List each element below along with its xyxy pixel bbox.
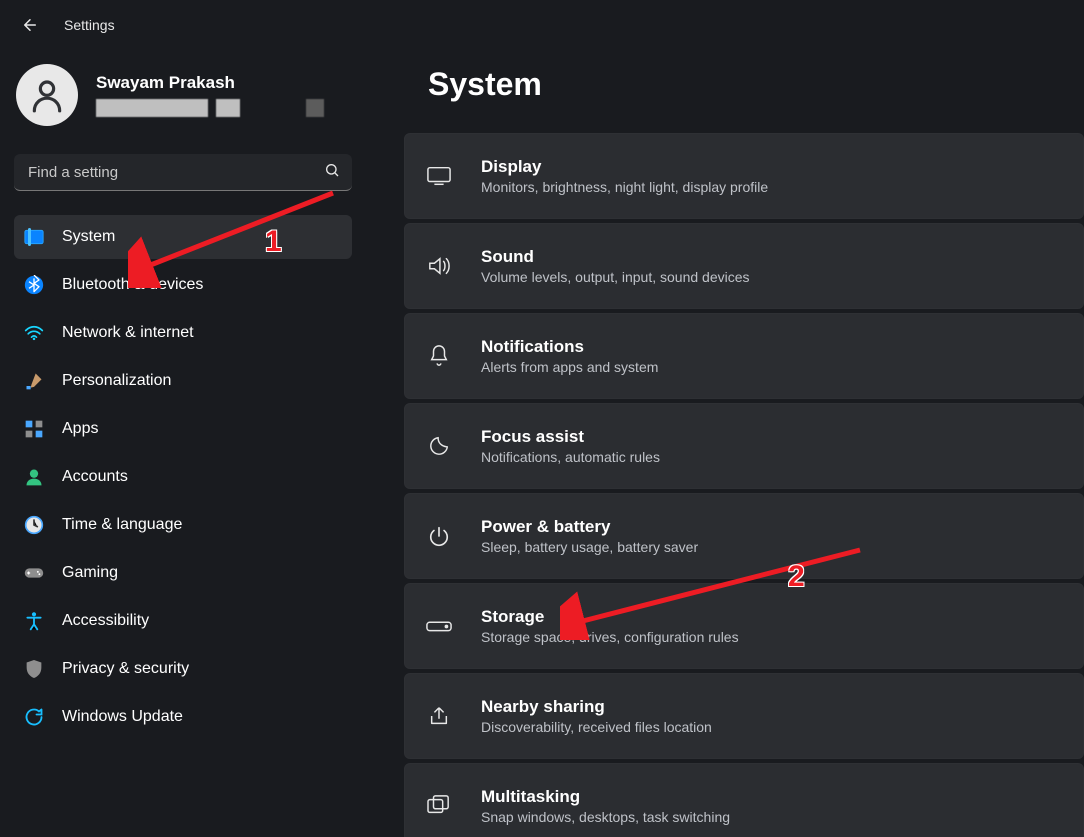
sidebar-item-label: Accounts <box>62 468 128 486</box>
moon-icon <box>425 432 453 460</box>
windows-icon <box>425 792 453 820</box>
sidebar-item-privacy-security[interactable]: Privacy & security <box>14 647 352 691</box>
sidebar-item-label: Network & internet <box>62 324 194 342</box>
accessibility-icon <box>24 611 44 631</box>
wifi-icon <box>24 323 44 343</box>
card-multitasking[interactable]: Multitasking Snap windows, desktops, tas… <box>404 763 1084 837</box>
search-field[interactable] <box>26 163 352 182</box>
sidebar-item-apps[interactable]: Apps <box>14 407 352 451</box>
sidebar-item-time-language[interactable]: Time & language <box>14 503 352 547</box>
card-title: Focus assist <box>481 427 660 447</box>
search-input[interactable] <box>14 154 352 191</box>
card-title: Nearby sharing <box>481 697 712 717</box>
update-icon <box>24 707 44 727</box>
sidebar-item-label: Gaming <box>62 564 118 582</box>
sidebar-item-system[interactable]: System <box>14 215 352 259</box>
card-title: Display <box>481 157 768 177</box>
card-subtitle: Alerts from apps and system <box>481 359 658 375</box>
card-sound[interactable]: Sound Volume levels, output, input, soun… <box>404 223 1084 309</box>
sidebar: Swayam Prakash System Bluetooth & device… <box>14 60 352 739</box>
account-icon <box>24 467 44 487</box>
search-icon <box>324 162 340 183</box>
bell-icon <box>425 342 453 370</box>
card-title: Sound <box>481 247 750 267</box>
clock-icon <box>24 515 44 535</box>
profile[interactable]: Swayam Prakash <box>16 64 350 126</box>
card-notifications[interactable]: Notifications Alerts from apps and syste… <box>404 313 1084 399</box>
sidebar-item-personalization[interactable]: Personalization <box>14 359 352 403</box>
share-icon <box>425 702 453 730</box>
avatar <box>16 64 78 126</box>
card-subtitle: Storage space, drives, configuration rul… <box>481 629 739 645</box>
system-icon <box>24 227 44 247</box>
arrow-left-icon <box>21 16 39 34</box>
display-icon <box>425 162 453 190</box>
sidebar-item-bluetooth-devices[interactable]: Bluetooth & devices <box>14 263 352 307</box>
page-title: System <box>428 66 1084 103</box>
card-title: Notifications <box>481 337 658 357</box>
sidebar-item-label: Bluetooth & devices <box>62 276 203 294</box>
sidebar-item-label: Apps <box>62 420 98 438</box>
sidebar-item-accounts[interactable]: Accounts <box>14 455 352 499</box>
apps-icon <box>24 419 44 439</box>
card-title: Power & battery <box>481 517 698 537</box>
sidebar-item-label: Personalization <box>62 372 171 390</box>
card-subtitle: Notifications, automatic rules <box>481 449 660 465</box>
card-display[interactable]: Display Monitors, brightness, night ligh… <box>404 133 1084 219</box>
sidebar-item-label: Privacy & security <box>62 660 189 678</box>
sidebar-item-accessibility[interactable]: Accessibility <box>14 599 352 643</box>
card-subtitle: Monitors, brightness, night light, displ… <box>481 179 768 195</box>
header-title: Settings <box>64 17 115 33</box>
drive-icon <box>425 612 453 640</box>
speaker-icon <box>425 252 453 280</box>
card-nearby-sharing[interactable]: Nearby sharing Discoverability, received… <box>404 673 1084 759</box>
profile-name: Swayam Prakash <box>96 73 324 93</box>
brush-icon <box>24 371 44 391</box>
card-subtitle: Discoverability, received files location <box>481 719 712 735</box>
sidebar-item-label: System <box>62 228 115 246</box>
sidebar-item-network-internet[interactable]: Network & internet <box>14 311 352 355</box>
back-button[interactable] <box>18 13 42 37</box>
profile-email-redacted <box>96 99 324 117</box>
card-title: Storage <box>481 607 739 627</box>
card-focus-assist[interactable]: Focus assist Notifications, automatic ru… <box>404 403 1084 489</box>
bluetooth-icon <box>24 275 44 295</box>
main-content: System Display Monitors, brightness, nig… <box>404 56 1084 837</box>
sidebar-item-windows-update[interactable]: Windows Update <box>14 695 352 739</box>
card-subtitle: Sleep, battery usage, battery saver <box>481 539 698 555</box>
card-title: Multitasking <box>481 787 730 807</box>
card-subtitle: Snap windows, desktops, task switching <box>481 809 730 825</box>
gamepad-icon <box>24 563 44 583</box>
card-subtitle: Volume levels, output, input, sound devi… <box>481 269 750 285</box>
shield-icon <box>24 659 44 679</box>
sidebar-item-gaming[interactable]: Gaming <box>14 551 352 595</box>
power-icon <box>425 522 453 550</box>
sidebar-item-label: Windows Update <box>62 708 183 726</box>
sidebar-item-label: Time & language <box>62 516 182 534</box>
card-power-battery[interactable]: Power & battery Sleep, battery usage, ba… <box>404 493 1084 579</box>
card-storage[interactable]: Storage Storage space, drives, configura… <box>404 583 1084 669</box>
sidebar-item-label: Accessibility <box>62 612 149 630</box>
